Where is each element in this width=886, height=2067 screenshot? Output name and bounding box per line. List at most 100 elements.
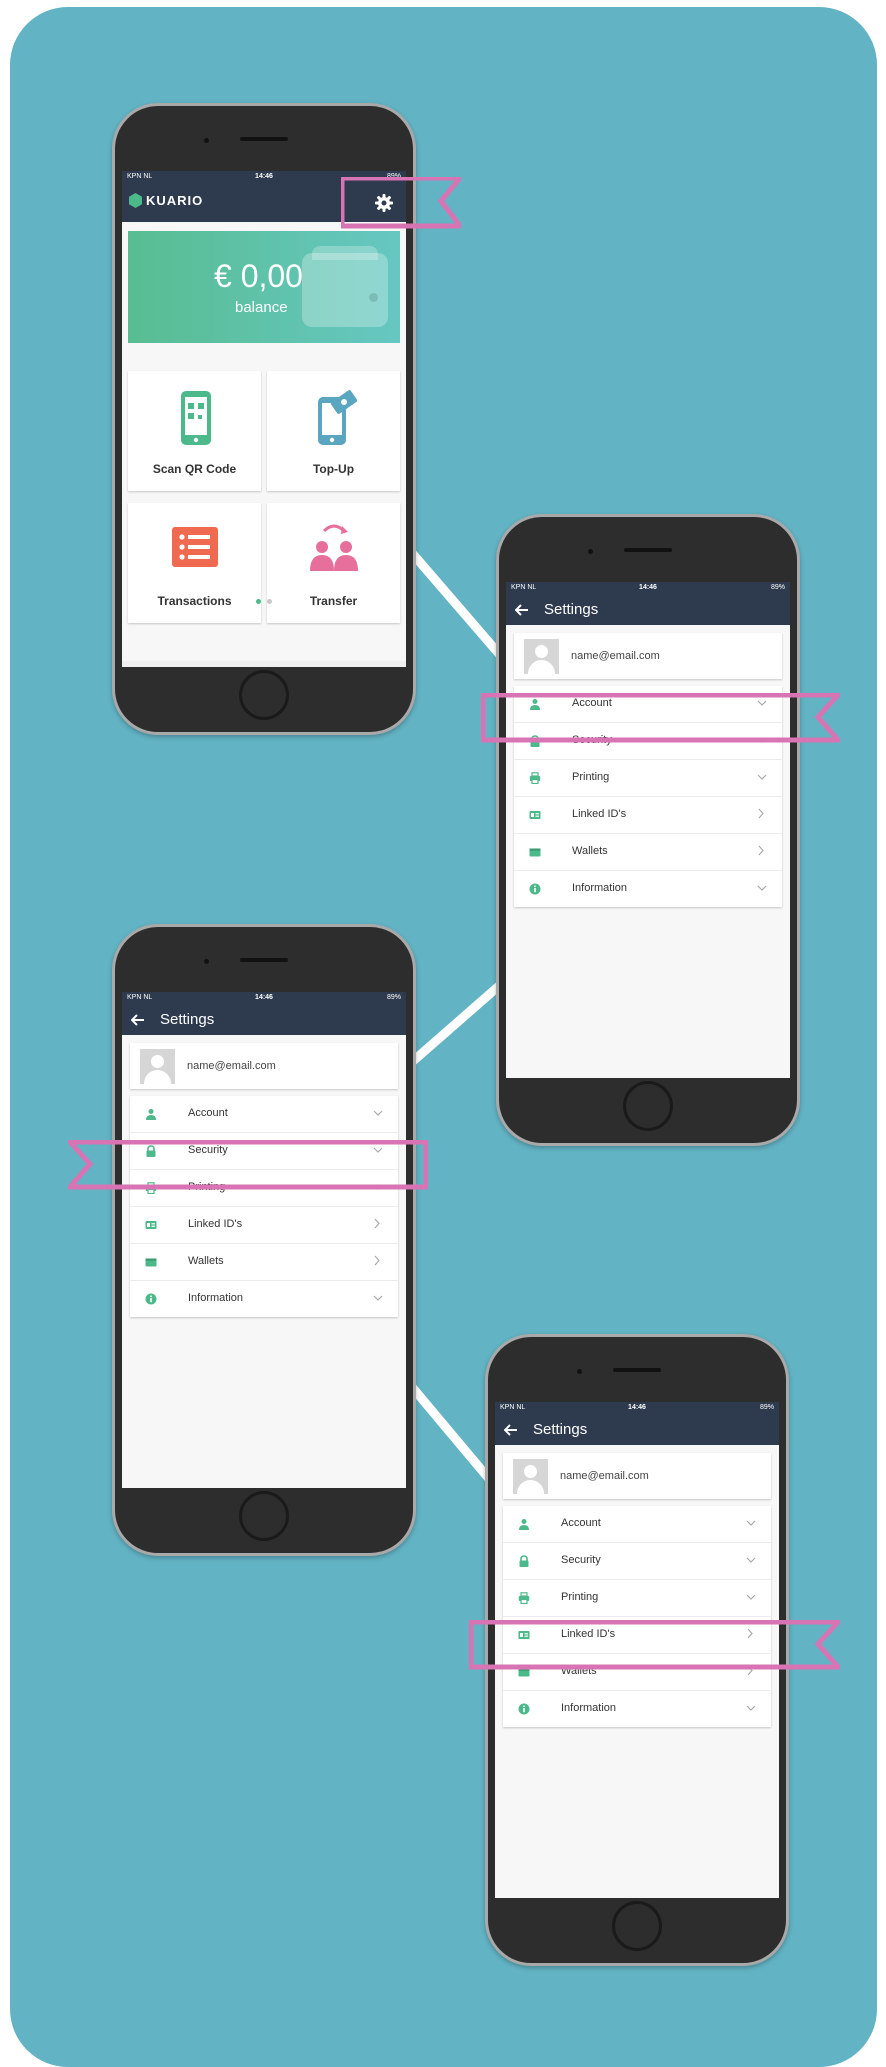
menu-label: Information [561,1702,617,1714]
settings-screen: KPN NL 14:46 89% Settings name@email.com… [122,992,406,1488]
chevron-down-icon [746,1705,756,1711]
page-title: Settings [544,601,599,618]
back-arrow-icon[interactable] [504,1424,518,1436]
user-email: name@email.com [560,1470,649,1482]
highlight-linked-ids [469,1620,840,1670]
info-icon [518,1703,530,1715]
settings-header: Settings [495,1415,779,1445]
chevron-down-icon [757,774,767,780]
camera [204,138,209,143]
chevron-down-icon [373,1295,383,1301]
menu-item-account[interactable]: Account [503,1506,771,1543]
printer-icon [529,772,541,784]
brand-name: KUARIO [146,193,204,208]
menu-label: Printing [572,771,610,783]
user-email: name@email.com [187,1060,276,1072]
speaker [240,958,288,962]
clock: 14:46 [639,584,657,591]
menu-label: Account [188,1107,228,1119]
user-card[interactable]: name@email.com [514,633,782,679]
info-icon [529,883,541,895]
menu-item-linked-ids[interactable]: Linked ID's [514,797,782,834]
wallet-icon [145,1258,157,1267]
user-email: name@email.com [571,650,660,662]
menu-item-account[interactable]: Account [130,1096,398,1133]
menu-label: Information [572,882,628,894]
tile-scan-qr[interactable]: Scan QR Code [128,371,261,491]
tile-top-up[interactable]: Top-Up [267,371,400,491]
list-icon [171,527,218,567]
user-card[interactable]: name@email.com [503,1453,771,1499]
highlight-security [68,1140,428,1190]
menu-item-security[interactable]: Security [503,1543,771,1580]
menu-label: Wallets [572,845,608,857]
user-card[interactable]: name@email.com [130,1043,398,1089]
tile-label: Top-Up [312,462,355,476]
battery: 89% [770,584,785,591]
transfer-people-icon [309,524,358,571]
printer-icon [518,1592,530,1604]
battery: 89% [386,994,401,1001]
page-dot [267,599,272,604]
qr-phone-icon [180,391,211,445]
menu-item-wallets[interactable]: Wallets [514,834,782,871]
settings-menu: Account Security Printing Linked ID's Wa [503,1506,771,1727]
menu-item-printing[interactable]: Printing [514,760,782,797]
highlight-account [481,693,840,743]
menu-item-information[interactable]: Information [130,1281,398,1317]
menu-label: Printing [561,1591,599,1603]
tile-label: Scan QR Code [152,462,237,476]
chevron-down-icon [757,885,767,891]
avatar [513,1459,548,1494]
page-title: Settings [160,1011,215,1028]
menu-item-wallets[interactable]: Wallets [130,1244,398,1281]
status-bar: KPN NL 14:46 89% [495,1402,779,1415]
menu-label: Linked ID's [572,808,627,820]
speaker [240,137,288,141]
chevron-down-icon [373,1110,383,1116]
menu-label: Wallets [188,1255,224,1267]
menu-label: Linked ID's [188,1218,243,1230]
topup-phone-icon [317,390,357,445]
camera [577,1369,582,1374]
balance-card: € 0,00 balance [128,231,400,343]
chevron-down-icon [746,1520,756,1526]
menu-label: Information [188,1292,244,1304]
person-icon [146,1109,156,1120]
page-indicator [122,591,406,609]
back-arrow-icon[interactable] [131,1014,145,1026]
home-button [239,670,289,720]
chevron-right-icon [374,1218,380,1229]
wallet-illustration [302,246,388,327]
phone-settings-account: KPN NL 14:46 89% Settings name@email.com… [496,514,800,1146]
kuario-logo: KUARIO [129,193,203,208]
wallet-icon [529,848,541,857]
chevron-down-icon [746,1594,756,1600]
settings-header: Settings [506,595,790,625]
clock: 14:46 [628,1404,646,1411]
camera [204,959,209,964]
logo-icon [129,193,142,208]
home-screen: KPN NL 14:46 89% KUARIO € 0,00 balance S… [122,171,406,667]
balance-label: balance [235,299,288,316]
menu-item-information[interactable]: Information [503,1691,771,1727]
home-button [612,1901,662,1951]
status-bar: KPN NL 14:46 89% [506,582,790,595]
menu-item-information[interactable]: Information [514,871,782,907]
battery: 89% [759,1404,774,1411]
settings-menu: Account Security Printing Linked ID's Wa [130,1096,398,1317]
phone-settings-security: KPN NL 14:46 89% Settings name@email.com… [112,924,416,1556]
speaker [624,548,672,552]
speaker [613,1368,661,1372]
camera [588,549,593,554]
avatar [524,639,559,674]
home-button [239,1491,289,1541]
home-button [623,1081,673,1131]
status-bar: KPN NL 14:46 89% [122,992,406,1005]
settings-screen: KPN NL 14:46 89% Settings name@email.com… [506,582,790,1078]
person-icon [519,1519,529,1530]
page-title: Settings [533,1421,588,1438]
menu-item-linked-ids[interactable]: Linked ID's [130,1207,398,1244]
back-arrow-icon[interactable] [515,604,529,616]
menu-item-printing[interactable]: Printing [503,1580,771,1617]
